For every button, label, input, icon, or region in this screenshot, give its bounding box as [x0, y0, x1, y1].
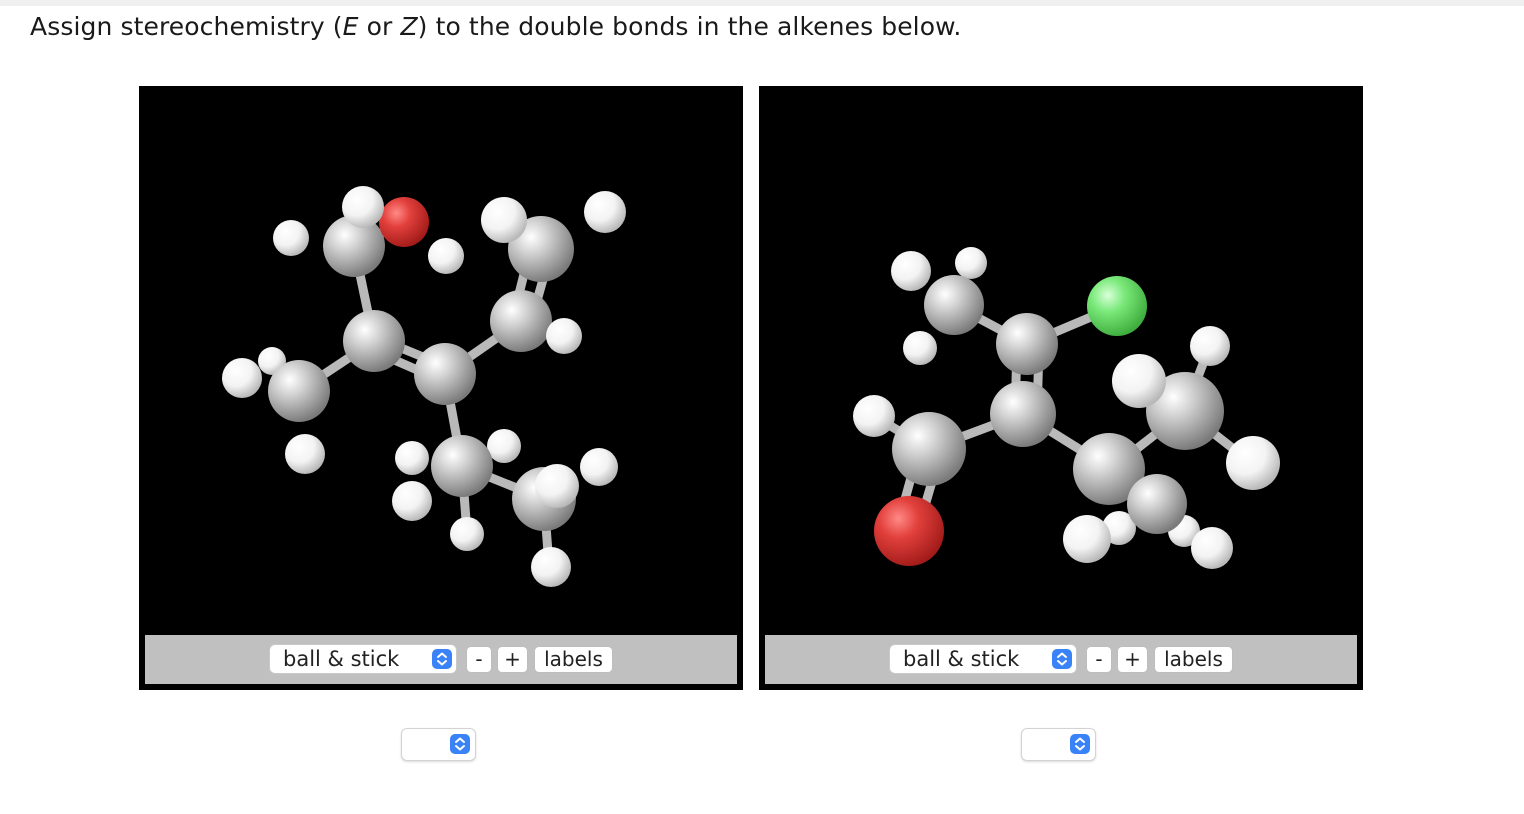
updown-chevron-icon [450, 734, 470, 754]
answer-select-1[interactable] [401, 728, 476, 761]
molecule-1-render[interactable] [139, 86, 743, 636]
viewer-2-zoom-out-button[interactable]: - [1086, 646, 1112, 673]
viewer-2-zoom-in-button[interactable]: + [1117, 646, 1148, 673]
updown-chevron-icon [1052, 649, 1072, 669]
molecule-2-render[interactable] [759, 86, 1363, 636]
molecule-viewer-1[interactable]: ball & stick - + labels [139, 86, 743, 690]
updown-chevron-icon [1070, 734, 1090, 754]
viewer-1-toolbar: ball & stick - + labels [145, 635, 737, 684]
updown-chevron-icon [432, 649, 452, 669]
viewer-2-style-value: ball & stick [903, 647, 1020, 671]
e-label: E [342, 12, 359, 41]
viewer-2-style-select[interactable]: ball & stick [889, 644, 1077, 674]
top-rule [0, 0, 1524, 6]
molecule-viewer-2[interactable]: ball & stick - + labels [759, 86, 1363, 690]
viewer-1-labels-button[interactable]: labels [534, 646, 613, 673]
viewer-1-style-select[interactable]: ball & stick [269, 644, 457, 674]
answer-select-2[interactable] [1021, 728, 1096, 761]
question-text: Assign stereochemistry (E or Z) to the d… [30, 12, 962, 41]
viewer-1-zoom-in-button[interactable]: + [497, 646, 528, 673]
viewer-1-style-value: ball & stick [283, 647, 400, 671]
viewer-2-toolbar: ball & stick - + labels [765, 635, 1357, 684]
viewer-2-labels-button[interactable]: labels [1154, 646, 1233, 673]
z-label: Z [400, 12, 418, 41]
viewer-1-zoom-out-button[interactable]: - [466, 646, 492, 673]
